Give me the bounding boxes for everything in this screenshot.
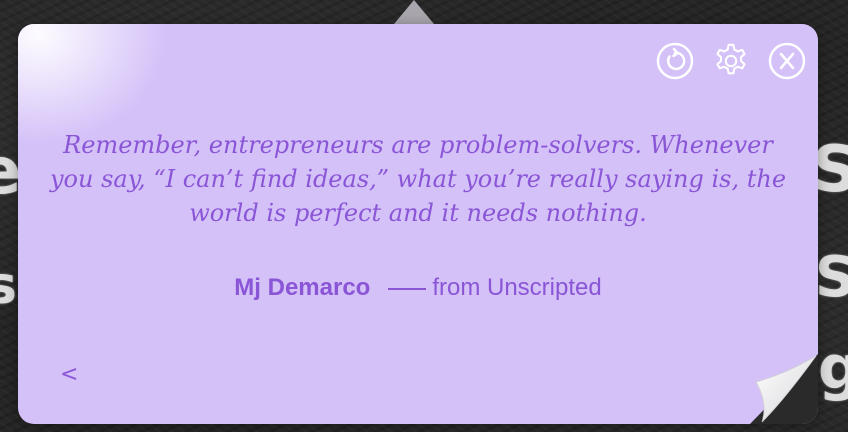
refresh-button[interactable]: [656, 42, 694, 80]
previous-quote-button[interactable]: <: [60, 362, 78, 387]
settings-button[interactable]: [712, 42, 750, 80]
close-icon: [768, 42, 806, 80]
popover-arrow: [394, 0, 434, 24]
background-chalk-letter: s: [0, 256, 17, 316]
background-chalk-letter: S: [815, 245, 848, 310]
quote-author: Mj Demarco: [234, 274, 371, 301]
refresh-icon: [656, 42, 694, 80]
quote-text: Remember, entrepreneurs are problem-solv…: [49, 131, 787, 227]
close-button[interactable]: [768, 42, 806, 80]
background-chalk-letter: g: [818, 333, 848, 403]
quote-popover: Remember, entrepreneurs are problem-solv…: [18, 24, 818, 424]
gear-icon: [716, 43, 746, 75]
quote-attribution: Mj Demarco from Unscripted: [18, 274, 818, 302]
attribution-dash: [388, 287, 427, 290]
page-curl-icon[interactable]: [750, 354, 818, 424]
quote-source: from Unscripted: [432, 274, 602, 301]
